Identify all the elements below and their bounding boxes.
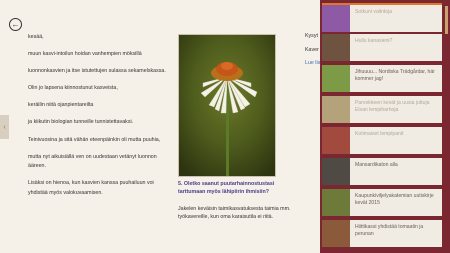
post-title: Kotimaiset lempipanit (355, 131, 404, 137)
back-button[interactable]: ← (9, 18, 22, 31)
post-title: Kaupunkiviljelyakatemian uutiskirje kevä… (355, 193, 434, 206)
post-thumbnail (322, 189, 350, 216)
post-thumbnail (322, 220, 350, 247)
paragraph: keräilin niitä ojanpientareilta (28, 102, 94, 109)
paragraph: Lisäksi on hienoa, kun kasvien kanssa pu… (28, 180, 154, 196)
post-title: Hiittikassi yhdistää tomaatin ja perunan (355, 224, 424, 237)
previous-page-button[interactable]: ‹ (0, 115, 9, 139)
related-post-card[interactable]: Hullu kanasieni? (322, 34, 442, 61)
related-post-card[interactable]: Kaupunkiviljelyakatemian uutiskirje kevä… (322, 189, 442, 216)
post-title: Hullu kanasieni? (355, 38, 393, 44)
related-post-card[interactable]: Parvekkeen kevät ja uusia juttuja Elsan … (322, 96, 442, 123)
paragraph: Teinivuosina ja sitä vähän eteenpäinkin … (28, 136, 161, 143)
paragraph: Jakelen keväisin taimikasvatuksesta taim… (178, 206, 291, 220)
related-post-card[interactable]: Kotimaiset lempipanit (322, 127, 442, 154)
related-post-card[interactable]: Hiittikassi yhdistää tomaatin ja perunan (322, 220, 442, 247)
echinacea-flower-photo (178, 34, 276, 177)
related-post-card[interactable]: Sotkuni valintoja (322, 3, 442, 32)
article-column-1: kesää, muun kasvi-intoilun hoidan vanhem… (28, 33, 168, 206)
paragraph: Olin jo lapsena kiinnostunut kasveista, (28, 85, 118, 92)
post-thumbnail (322, 158, 350, 185)
post-title: Sotkuni valintoja (355, 9, 393, 15)
post-thumbnail (322, 34, 350, 61)
question-heading: 5. Oletko saanut puutarhainnostustasi ta… (178, 181, 275, 195)
article-column-2: 5. Oletko saanut puutarhainnostustasi ta… (178, 34, 300, 221)
paragraph: muun kasvi-intoilun hoidan vanhempien mö… (28, 51, 142, 58)
post-thumbnail (322, 127, 350, 154)
post-title: Parvekkeen kevät ja uusia juttuja Elsan … (355, 100, 430, 113)
paragraph: mutta nyt aikuisiällä ven on uudestaan v… (28, 153, 157, 170)
post-thumbnail (322, 96, 350, 123)
post-title: Mansardikaton alla (355, 162, 398, 168)
post-thumbnail (322, 5, 350, 32)
back-arrow-icon: ← (11, 19, 20, 29)
related-post-card[interactable]: Mansardikaton alla (322, 158, 442, 185)
chevron-left-icon: ‹ (3, 123, 6, 131)
post-thumbnail (322, 65, 350, 92)
paragraph: kesää, (28, 34, 44, 40)
read-more-link[interactable]: Lue lis (305, 60, 320, 68)
article-column-3: Kysyt Kaver Lue lis (305, 33, 320, 74)
related-post-card[interactable]: Jihuuuu... Nordiska Trädgårdar, här komm… (322, 65, 442, 92)
paragraph: Kaver (305, 46, 319, 53)
paragraph: luonnonkasvien ja itse istutettujen sula… (28, 68, 166, 75)
paragraph: Kysyt (305, 33, 318, 39)
paragraph: ja kiikutin biologian tunneille tunniste… (28, 119, 134, 126)
panel-scrollbar[interactable] (445, 6, 448, 34)
post-title: Jihuuuu... Nordiska Trädgårdar, här komm… (355, 69, 435, 82)
reader-page: ← ‹ kesää, muun kasvi-intoilun hoidan va… (0, 0, 450, 253)
related-posts-panel: Sotkuni valintoja Hullu kanasieni? Jihuuuu… (320, 0, 450, 253)
